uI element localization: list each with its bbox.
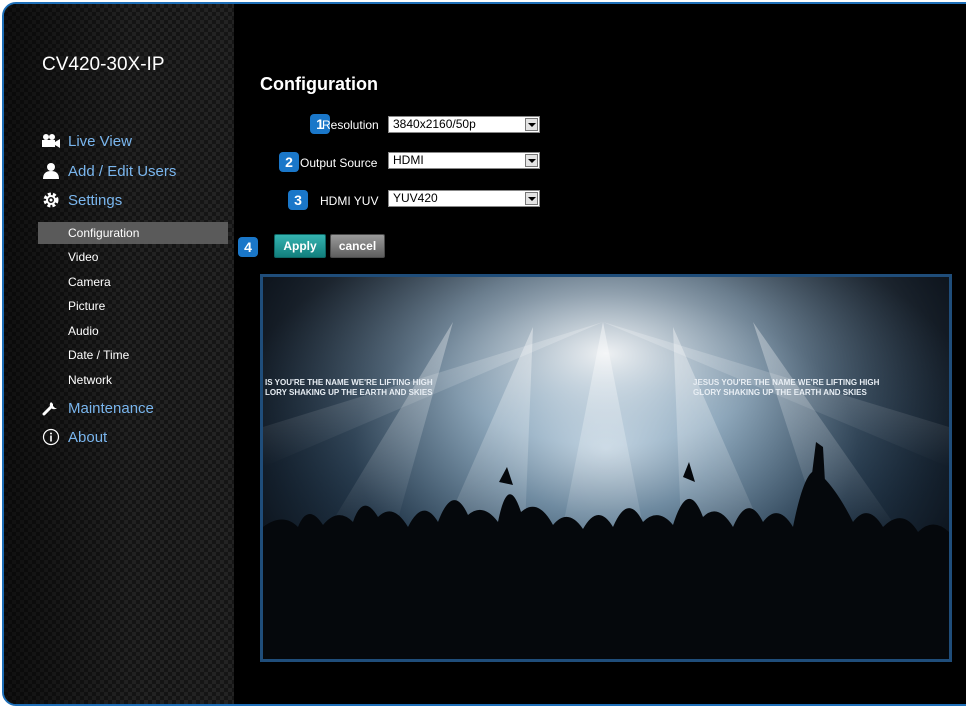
- output-source-label: Output Source: [300, 156, 378, 170]
- sub-item-camera[interactable]: Camera: [38, 271, 228, 293]
- output-source-value: HDMI: [393, 153, 424, 167]
- nav-about[interactable]: About: [40, 425, 107, 449]
- sub-item-audio[interactable]: Audio: [38, 320, 228, 342]
- nav-add-edit-users-label: Add / Edit Users: [68, 162, 177, 180]
- nav-maintenance-label: Maintenance: [68, 399, 154, 417]
- sub-item-configuration[interactable]: Configuration: [38, 222, 228, 244]
- sub-item-network[interactable]: Network: [38, 369, 228, 391]
- wrench-icon: [40, 398, 62, 418]
- nav-maintenance[interactable]: Maintenance: [40, 396, 154, 420]
- nav-live-view-label: Live View: [68, 132, 132, 150]
- sub-item-picture[interactable]: Picture: [38, 295, 228, 317]
- app-title: CV420-30X-IP: [42, 54, 165, 75]
- resolution-label: Resolution: [322, 118, 379, 132]
- nav-add-edit-users[interactable]: Add / Edit Users: [40, 159, 176, 183]
- chevron-down-icon: [525, 154, 538, 167]
- chevron-down-icon: [525, 192, 538, 205]
- badge-3: 3: [288, 190, 308, 210]
- badge-4: 4: [238, 237, 258, 257]
- nav-live-view[interactable]: Live View: [40, 129, 132, 153]
- resolution-value: 3840x2160/50p: [393, 117, 476, 131]
- sub-item-video[interactable]: Video: [38, 246, 228, 268]
- nav-settings-label: Settings: [68, 191, 123, 209]
- user-icon: [40, 161, 62, 181]
- badge-2: 2: [279, 152, 299, 172]
- lyric-left-1: IS YOU'RE THE NAME WE'RE LIFTING HIGH: [265, 378, 433, 387]
- concert-scene-image: IS YOU'RE THE NAME WE'RE LIFTING HIGH LO…: [263, 277, 949, 659]
- info-icon: [40, 427, 62, 447]
- app-frame: CV420-30X-IP Live View Add / Edit Users …: [2, 2, 966, 706]
- nav-settings[interactable]: Settings: [40, 188, 122, 212]
- nav-about-label: About: [68, 428, 108, 446]
- lyric-right-1: JESUS YOU'RE THE NAME WE'RE LIFTING HIGH: [693, 378, 880, 387]
- hdmi-yuv-value: YUV420: [393, 191, 438, 205]
- page-title: Configuration: [260, 74, 378, 94]
- lyric-left-2: LORY SHAKING UP THE EARTH AND SKIES: [265, 388, 433, 397]
- hdmi-yuv-select[interactable]: YUV420: [388, 190, 540, 207]
- resolution-select[interactable]: 3840x2160/50p: [388, 116, 540, 133]
- output-source-select[interactable]: HDMI: [388, 152, 540, 169]
- hdmi-yuv-label: HDMI YUV: [320, 194, 379, 208]
- chevron-down-icon: [525, 118, 538, 131]
- apply-button[interactable]: Apply: [274, 234, 326, 258]
- cancel-button[interactable]: cancel: [330, 234, 385, 258]
- gear-icon: [40, 190, 62, 210]
- video-camera-icon: [40, 131, 62, 151]
- live-video-preview: IS YOU'RE THE NAME WE'RE LIFTING HIGH LO…: [260, 274, 952, 662]
- sub-item-date-time[interactable]: Date / Time: [38, 344, 228, 366]
- lyric-right-2: GLORY SHAKING UP THE EARTH AND SKIES: [693, 388, 867, 397]
